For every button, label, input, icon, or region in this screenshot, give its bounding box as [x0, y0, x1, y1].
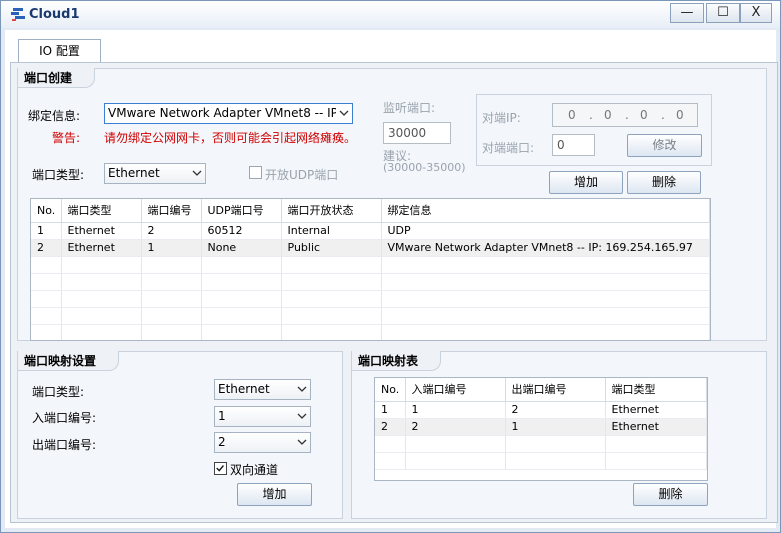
- warning-label: 警告:: [52, 131, 81, 145]
- column-header[interactable]: No.: [31, 199, 62, 223]
- close-button[interactable]: X: [740, 3, 772, 23]
- table-cell: 2: [505, 401, 606, 419]
- delete-port-button[interactable]: 删除: [627, 171, 701, 194]
- empty-row: [375, 435, 707, 453]
- column-header[interactable]: 入端口编号: [405, 378, 506, 402]
- chevron-down-icon: [339, 110, 349, 116]
- port-map-table: No. 入端口编号 出端口编号 端口类型 1 1 2 Ethernet 2 2 …: [374, 377, 708, 481]
- column-header[interactable]: 端口类型: [61, 199, 142, 223]
- port-map-settings-group: 端口映射设置 端口类型: Ethernet 入端口编号: 1 出端口编号: 2: [17, 351, 343, 519]
- minimize-button[interactable]: —: [670, 3, 704, 23]
- table-row[interactable]: 2 Ethernet 1 None Public VMware Network …: [31, 239, 710, 257]
- empty-row: [31, 273, 710, 291]
- table-row[interactable]: 2 2 1 Ethernet: [375, 418, 707, 436]
- io-config-panel: 端口创建 绑定信息: VMware Network Adapter VMnet8…: [10, 62, 778, 523]
- table-row[interactable]: 1 1 2 Ethernet: [375, 401, 707, 419]
- table-cell: None: [201, 239, 282, 257]
- empty-row: [31, 290, 710, 308]
- table-cell: UDP: [381, 222, 710, 240]
- port-map-table-group: 端口映射表 No. 入端口编号 出端口编号 端口类型 1 1 2 Etherne…: [351, 351, 767, 519]
- empty-row: [375, 452, 707, 470]
- peer-port-input[interactable]: 0: [552, 134, 595, 156]
- port-table-header: No. 端口类型 端口编号 UDP端口号 端口开放状态 绑定信息: [31, 199, 710, 223]
- port-type-value: Ethernet: [108, 166, 160, 180]
- table-cell: 1: [505, 418, 606, 436]
- suggest-range: (30000-35000): [383, 161, 466, 174]
- table-cell: 2: [141, 222, 202, 240]
- column-header[interactable]: 端口编号: [141, 199, 202, 223]
- port-type-label: 端口类型:: [32, 168, 85, 182]
- window-client-area: IO 配置 端口创建 绑定信息: VMware Network Adapter …: [5, 30, 778, 528]
- cloud-app-icon: [11, 8, 25, 21]
- port-create-group: 端口创建 绑定信息: VMware Network Adapter VMnet8…: [17, 68, 767, 341]
- bidirectional-label: 双向通道: [230, 463, 279, 477]
- table-cell: 1: [141, 239, 202, 257]
- bind-info-select[interactable]: VMware Network Adapter VMnet8 -- IP: 169…: [104, 103, 353, 124]
- empty-row: [31, 307, 710, 325]
- out-port-select[interactable]: 2: [214, 432, 311, 453]
- empty-row: [31, 324, 710, 340]
- peer-settings-box: 对端IP: 0 . 0 . 0 . 0 对端端口: 0 修改: [476, 94, 712, 166]
- map-port-type-select[interactable]: Ethernet: [214, 379, 311, 400]
- in-port-select[interactable]: 1: [214, 406, 311, 427]
- table-cell: 60512: [201, 222, 282, 240]
- port-map-settings-title: 端口映射设置: [18, 351, 120, 371]
- chevron-down-icon: [192, 170, 202, 176]
- column-header[interactable]: UDP端口号: [201, 199, 282, 223]
- table-row[interactable]: 1 Ethernet 2 60512 Internal UDP: [31, 222, 710, 240]
- table-cell: Ethernet: [61, 239, 142, 257]
- peer-port-label: 对端端口:: [482, 141, 535, 155]
- modify-button[interactable]: 修改: [627, 134, 702, 157]
- table-cell: 2: [31, 239, 62, 257]
- in-port-label: 入端口编号:: [32, 411, 97, 425]
- chevron-down-icon: [297, 439, 307, 445]
- out-port-label: 出端口编号:: [32, 438, 97, 452]
- port-map-table-header: No. 入端口编号 出端口编号 端口类型: [375, 378, 707, 402]
- port-type-select[interactable]: Ethernet: [104, 163, 206, 184]
- table-cell: Internal: [281, 222, 382, 240]
- add-port-button[interactable]: 增加: [549, 171, 623, 194]
- table-cell: 1: [375, 401, 406, 419]
- listen-port-label: 监听端口:: [383, 101, 436, 115]
- checkmark-icon: [216, 465, 224, 472]
- port-table: No. 端口类型 端口编号 UDP端口号 端口开放状态 绑定信息 1 Ether…: [30, 198, 711, 341]
- open-udp-checkbox[interactable]: [249, 166, 262, 179]
- map-port-type-label: 端口类型:: [32, 385, 85, 399]
- window-title: Cloud1: [29, 7, 80, 22]
- table-cell: Ethernet: [605, 418, 707, 436]
- column-header[interactable]: 端口类型: [605, 378, 707, 402]
- delete-mapping-button[interactable]: 删除: [633, 483, 708, 506]
- table-cell: Ethernet: [605, 401, 707, 419]
- column-header[interactable]: 端口开放状态: [281, 199, 382, 223]
- table-cell: VMware Network Adapter VMnet8 -- IP: 169…: [381, 239, 710, 257]
- table-cell: 2: [375, 418, 406, 436]
- open-udp-label: 开放UDP端口: [265, 168, 339, 182]
- table-cell: 1: [405, 401, 506, 419]
- column-header[interactable]: 绑定信息: [381, 199, 710, 223]
- maximize-button[interactable]: ☐: [706, 3, 740, 23]
- port-map-table-title: 端口映射表: [352, 351, 442, 371]
- table-cell: 1: [31, 222, 62, 240]
- title-bar[interactable]: Cloud1 — ☐ X: [1, 1, 780, 28]
- tab-io-config[interactable]: IO 配置: [18, 39, 101, 63]
- chevron-down-icon: [297, 386, 307, 392]
- bind-info-value: VMware Network Adapter VMnet8 -- IP: 169…: [108, 106, 336, 120]
- column-header[interactable]: 出端口编号: [505, 378, 606, 402]
- chevron-down-icon: [297, 413, 307, 419]
- table-cell: Ethernet: [61, 222, 142, 240]
- listen-port-input[interactable]: 30000: [383, 122, 451, 144]
- table-cell: 2: [405, 418, 506, 436]
- table-cell: Public: [281, 239, 382, 257]
- port-create-title: 端口创建: [18, 68, 96, 88]
- bidirectional-checkbox[interactable]: [214, 462, 227, 475]
- column-header[interactable]: No.: [375, 378, 406, 402]
- empty-row: [31, 256, 710, 274]
- peer-ip-label: 对端IP:: [482, 111, 521, 125]
- add-mapping-button[interactable]: 增加: [237, 483, 312, 506]
- cloud-window: Cloud1 — ☐ X IO 配置 端口创建 绑定信息: VMware Net…: [0, 0, 781, 533]
- peer-ip-input[interactable]: 0 . 0 . 0 . 0: [552, 103, 698, 127]
- warning-text: 请勿绑定公网网卡，否则可能会引起网络瘫痪。: [104, 131, 357, 145]
- bind-info-label: 绑定信息:: [28, 109, 81, 123]
